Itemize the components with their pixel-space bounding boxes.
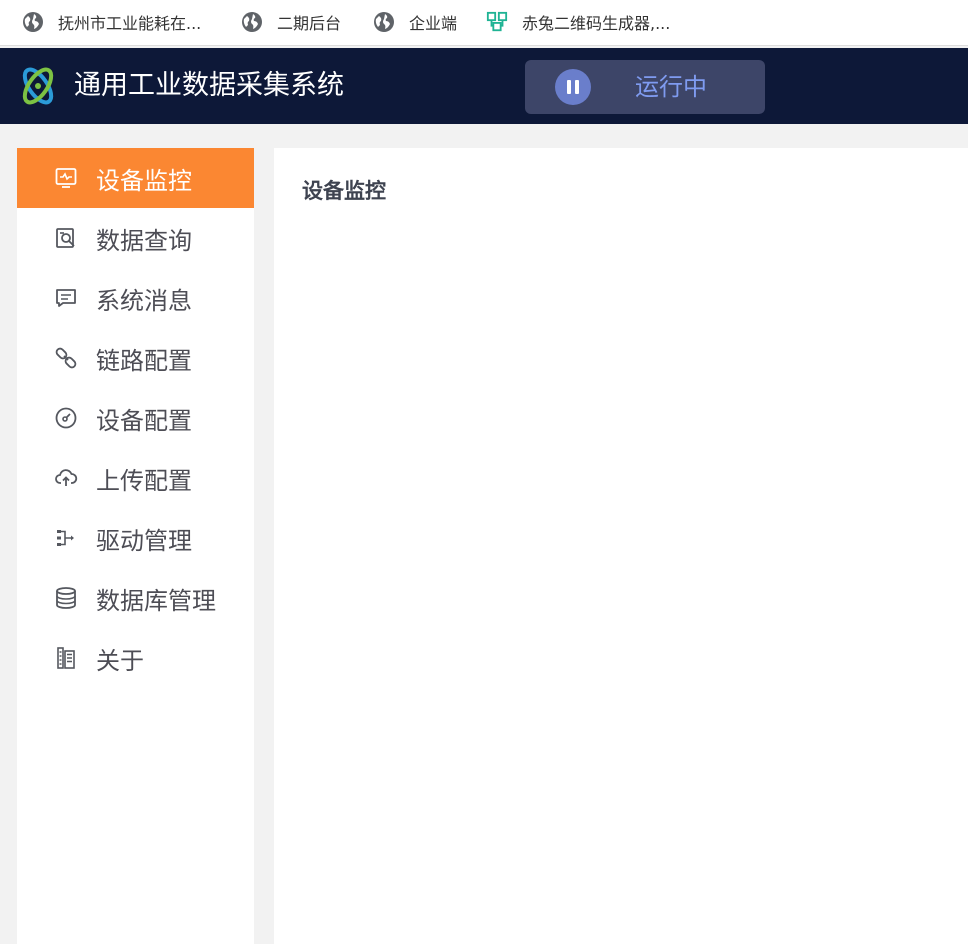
bookmarks-bar: 抚州市工业能耗在... 二期后台 企业端 赤兔二维码生成器,... (0, 0, 968, 46)
bookmark-label: 抚州市工业能耗在... (58, 14, 202, 33)
cloud-upload-icon (53, 465, 79, 491)
sidebar-item-label: 设备监控 (96, 166, 192, 195)
message-icon (53, 285, 79, 311)
app-header: 通用工业数据采集系统 运行中 (0, 48, 968, 124)
sidebar-item-link-config[interactable]: 链路配置 (17, 328, 254, 388)
sidebar-item-about[interactable]: 关于 (17, 628, 254, 688)
pause-icon[interactable] (555, 69, 591, 105)
sidebar-item-label: 链路配置 (96, 346, 192, 375)
sidebar-item-device-config[interactable]: 设备配置 (17, 388, 254, 448)
bookmark-item[interactable]: 赤兔二维码生成器,... (486, 0, 670, 44)
globe-icon (241, 11, 263, 33)
sidebar-item-device-monitor[interactable]: 设备监控 (17, 148, 254, 208)
gauge-icon (53, 405, 79, 431)
app-title: 通用工业数据采集系统 (74, 70, 344, 101)
qrcode-icon (486, 11, 508, 33)
sidebar-item-upload-config[interactable]: 上传配置 (17, 448, 254, 508)
building-icon (53, 645, 79, 671)
page-title: 设备监控 (302, 179, 386, 203)
link-icon (53, 345, 79, 371)
app-logo-icon (16, 63, 60, 109)
driver-icon (53, 525, 79, 551)
bookmark-item[interactable]: 抚州市工业能耗在... (22, 0, 201, 44)
bookmark-label: 企业端 (409, 14, 458, 33)
sidebar-item-system-messages[interactable]: 系统消息 (17, 268, 254, 328)
bookmark-item[interactable]: 企业端 (373, 0, 457, 44)
sidebar-item-label: 数据库管理 (96, 586, 216, 615)
globe-icon (373, 11, 395, 33)
sidebar-item-driver-management[interactable]: 驱动管理 (17, 508, 254, 568)
run-status-text: 运行中 (635, 73, 707, 101)
bookmark-label: 二期后台 (277, 14, 342, 33)
bookmark-item[interactable]: 二期后台 (241, 0, 341, 44)
sidebar-item-label: 驱动管理 (96, 526, 192, 555)
run-status-toggle[interactable]: 运行中 (525, 60, 765, 114)
bookmark-label: 赤兔二维码生成器,... (522, 14, 671, 33)
sidebar-item-label: 关于 (96, 646, 144, 675)
search-doc-icon (53, 225, 79, 251)
sidebar-item-label: 上传配置 (96, 466, 192, 495)
sidebar-nav: 设备监控 数据查询 系统消息 链路配置 设备配置 上传配置 驱动管理 数据库管理… (17, 148, 254, 944)
sidebar-item-label: 设备配置 (96, 406, 192, 435)
sidebar-item-data-query[interactable]: 数据查询 (17, 208, 254, 268)
sidebar-item-label: 系统消息 (96, 286, 192, 315)
sidebar-item-label: 数据查询 (96, 226, 192, 255)
globe-icon (22, 11, 44, 33)
database-icon (53, 585, 79, 611)
main-content-panel: 设备监控 (274, 148, 968, 944)
monitor-icon (53, 165, 79, 191)
sidebar-item-database-management[interactable]: 数据库管理 (17, 568, 254, 628)
